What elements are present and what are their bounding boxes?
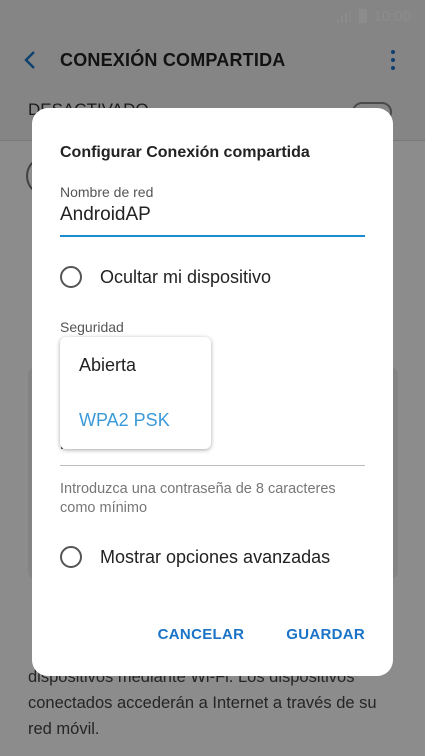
security-label: Seguridad [60, 319, 124, 335]
configure-hotspot-dialog: Configurar Conexión compartida Nombre de… [32, 108, 393, 676]
save-button[interactable]: GUARDAR [286, 626, 365, 643]
network-name-label: Nombre de red [60, 184, 154, 200]
advanced-options-checkbox[interactable] [60, 546, 82, 568]
dialog-title: Configurar Conexión compartida [60, 144, 310, 161]
dialog-actions: CANCELAR GUARDAR [158, 626, 365, 643]
security-option-open[interactable]: Abierta [79, 355, 136, 376]
hide-device-label: Ocultar mi dispositivo [100, 266, 272, 287]
hide-device-checkbox[interactable] [60, 266, 82, 288]
network-name-underline [60, 235, 365, 237]
password-hint: Introduzca una contraseña de 8 caractere… [60, 481, 336, 516]
security-dropdown: Abierta WPA2 PSK [60, 337, 211, 449]
network-name-input[interactable]: AndroidAP [60, 204, 151, 226]
security-option-wpa2[interactable]: WPA2 PSK [79, 410, 170, 431]
advanced-options-label: Mostrar opciones avanzadas [100, 546, 331, 567]
advanced-options-option[interactable]: Mostrar opciones avanzadas [60, 546, 330, 568]
cancel-button[interactable]: CANCELAR [158, 626, 245, 643]
hide-device-option[interactable]: Ocultar mi dispositivo [60, 266, 271, 288]
password-underline [60, 465, 365, 466]
